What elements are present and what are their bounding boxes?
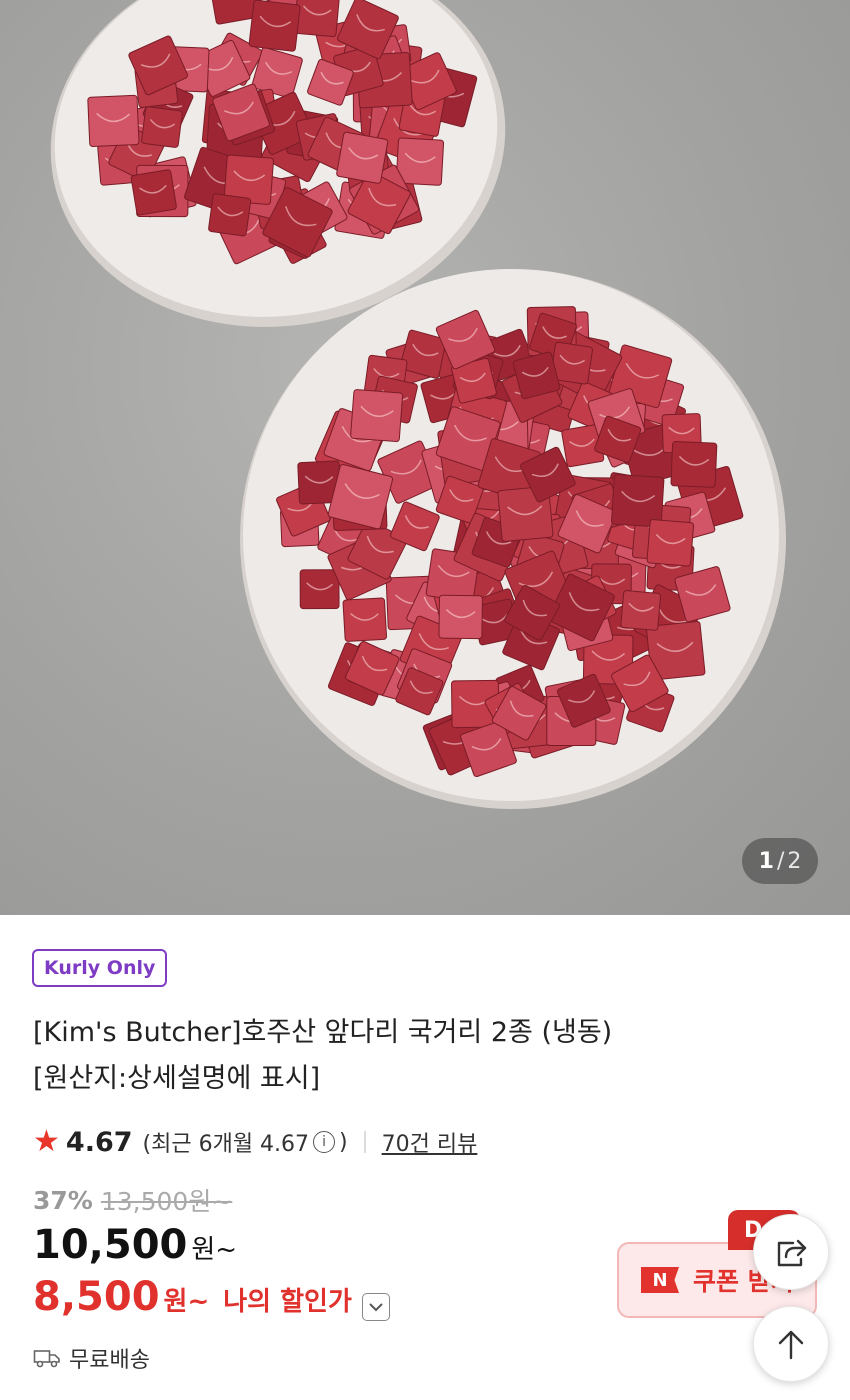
chevron-down-icon[interactable] [361, 1293, 390, 1321]
product-title-line1: [Kim's Butcher]호주산 앞다리 국거리 2종 (냉동) [33, 1017, 613, 1048]
recent-rating-text: (최근 6개월 4.67 [142, 1132, 310, 1157]
shipping-label: 무료배송 [69, 1348, 150, 1373]
review-count-link[interactable]: 70건 리뷰 [382, 1126, 478, 1158]
star-icon: ★ [33, 1124, 60, 1159]
naver-logo-icon: N [641, 1267, 679, 1293]
my-price-row[interactable]: 8,500 원~ 나의 할인가 [33, 1274, 390, 1326]
original-price: 13,500원~ [100, 1187, 233, 1216]
truck-icon [33, 1350, 60, 1368]
discount-rate: 37% [33, 1185, 93, 1215]
product-title-line2: [원산지:상세설명에 표시] [33, 1063, 321, 1094]
my-price-label: 나의 할인가 [223, 1287, 352, 1317]
sale-price-unit: 원~ [191, 1235, 238, 1265]
recent-rating: (최근 6개월 4.67 i ) [143, 1126, 348, 1158]
arrow-up-icon [778, 1330, 804, 1360]
recent-rating-close: ) [339, 1129, 348, 1155]
info-icon[interactable]: i [313, 1131, 336, 1153]
shipping-row: 무료배송 [33, 1340, 150, 1376]
rating-score: 4.67 [65, 1126, 133, 1158]
image-counter: 1 / 2 [742, 838, 818, 884]
product-photo [50, 0, 786, 809]
product-image[interactable]: 1 / 2 [0, 0, 850, 915]
my-price: 8,500 [33, 1274, 160, 1320]
share-button[interactable] [753, 1214, 829, 1290]
image-counter-separator: / [776, 848, 785, 874]
discount-row: 37% 13,500원~ [33, 1182, 232, 1218]
kurly-only-badge: Kurly Only [32, 949, 168, 987]
rating-row: ★ 4.67 (최근 6개월 4.67 i ) 70건 리뷰 [33, 1122, 477, 1162]
share-icon [777, 1239, 807, 1267]
sale-price: 10,500 [33, 1222, 188, 1268]
my-price-unit: 원~ [163, 1287, 210, 1317]
image-counter-total: 2 [787, 848, 802, 874]
price-row: 10,500 원~ [33, 1222, 237, 1274]
divider [363, 1131, 366, 1153]
scroll-top-button[interactable] [753, 1306, 829, 1382]
product-title: [Kim's Butcher]호주산 앞다리 국거리 2종 (냉동) [원산지:… [33, 1010, 713, 1102]
image-counter-current: 1 [758, 848, 774, 874]
